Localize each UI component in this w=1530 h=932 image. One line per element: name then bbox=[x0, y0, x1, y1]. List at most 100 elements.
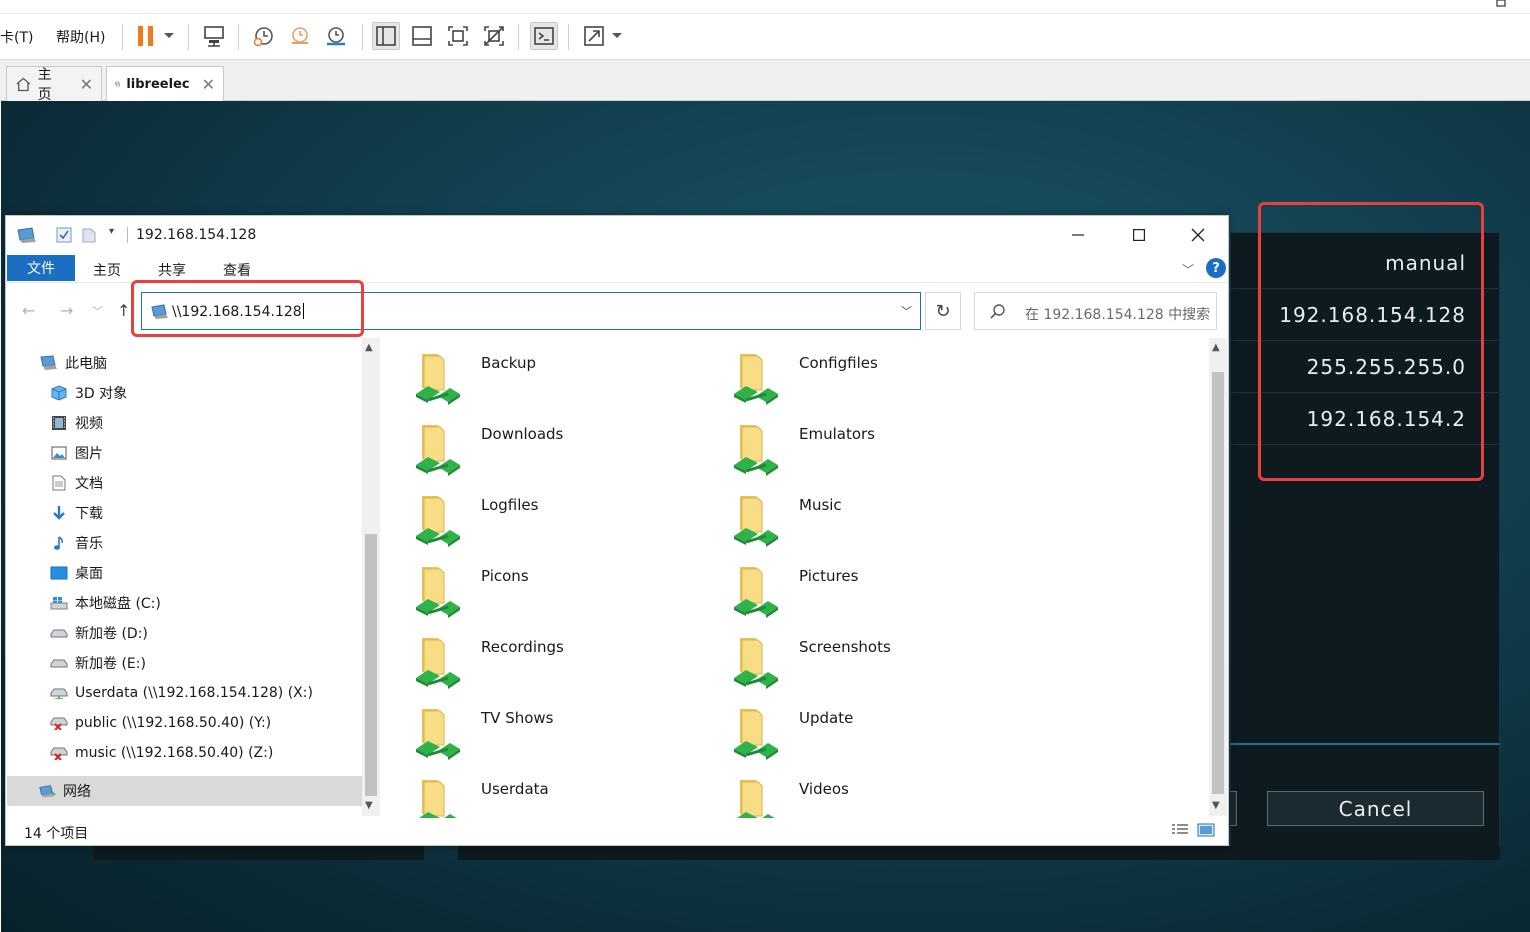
minimize-icon bbox=[1072, 234, 1084, 236]
show-library-button[interactable] bbox=[372, 22, 400, 50]
minimize-button[interactable] bbox=[1056, 222, 1100, 248]
disconnected-drive-icon bbox=[50, 744, 68, 762]
shared-folder-item[interactable]: Downloads bbox=[386, 425, 686, 491]
console-view-button[interactable] bbox=[530, 22, 558, 50]
stretch-view-button[interactable] bbox=[580, 22, 608, 50]
tree-item-userdata-x[interactable]: Userdata (\\192.168.154.128) (X:) bbox=[50, 678, 313, 708]
tree-label: Userdata (\\192.168.154.128) (X:) bbox=[75, 685, 313, 701]
show-thumbnail-bar-button[interactable] bbox=[408, 22, 436, 50]
scrollbar-thumb[interactable] bbox=[1212, 372, 1224, 794]
menu-help[interactable]: 帮助(H) bbox=[56, 27, 105, 47]
shared-folder-item[interactable]: Update bbox=[704, 709, 1004, 775]
kodi-ok-button[interactable] bbox=[1230, 791, 1237, 826]
close-icon[interactable]: ✕ bbox=[202, 75, 215, 94]
navigation-pane-scrollbar[interactable]: ▲ ▼ bbox=[362, 338, 380, 816]
help-icon[interactable]: ? bbox=[1206, 258, 1226, 278]
tree-item-desktop[interactable]: 桌面 bbox=[50, 558, 103, 588]
pause-dropdown[interactable] bbox=[158, 22, 180, 50]
tree-item-public-y[interactable]: public (\\192.168.50.40) (Y:) bbox=[50, 708, 271, 738]
kodi-footer-segment bbox=[458, 846, 1500, 860]
maximize-button[interactable] bbox=[1117, 222, 1161, 248]
properties-icon[interactable] bbox=[56, 227, 72, 243]
shared-folder-item[interactable]: Userdata bbox=[386, 780, 686, 818]
tree-item-music[interactable]: 音乐 bbox=[50, 528, 103, 558]
shared-folder-item[interactable]: Backup bbox=[386, 354, 686, 420]
ribbon-tab-file[interactable]: 文件 bbox=[7, 255, 75, 281]
shared-folder-item[interactable]: Logfiles bbox=[386, 496, 686, 562]
tree-item-music-z[interactable]: music (\\192.168.50.40) (Z:) bbox=[50, 738, 273, 768]
new-folder-icon[interactable] bbox=[82, 227, 96, 243]
close-button[interactable] bbox=[1176, 222, 1220, 248]
kodi-footer-segment bbox=[94, 846, 424, 860]
details-view-icon[interactable] bbox=[1171, 823, 1189, 837]
unity-button[interactable] bbox=[480, 22, 508, 50]
send-ctrl-alt-del-button[interactable] bbox=[200, 22, 228, 50]
tree-item-volume-e[interactable]: 新加卷 (E:) bbox=[50, 648, 146, 678]
close-icon[interactable]: ✕ bbox=[80, 75, 93, 94]
tree-item-network[interactable]: 网络 bbox=[38, 776, 91, 806]
stretch-dropdown[interactable] bbox=[606, 22, 628, 50]
shared-folder-item[interactable]: Picons bbox=[386, 567, 686, 633]
snapshot-button[interactable] bbox=[250, 22, 278, 50]
shared-folder-item[interactable]: Screenshots bbox=[704, 638, 1004, 704]
back-arrow-icon[interactable]: ← bbox=[22, 301, 35, 320]
address-dropdown-icon[interactable]: ﹀ bbox=[901, 303, 912, 319]
network-drive-icon bbox=[50, 684, 68, 702]
kodi-cancel-button[interactable]: Cancel bbox=[1267, 791, 1484, 826]
shared-folder-icon bbox=[734, 425, 778, 476]
snapshot-manager-button[interactable] bbox=[322, 22, 350, 50]
tree-item-pictures[interactable]: 图片 bbox=[50, 438, 103, 468]
shared-folder-item[interactable]: Pictures bbox=[704, 567, 1004, 633]
stretch-icon bbox=[584, 26, 604, 46]
scrollbar-thumb[interactable] bbox=[365, 534, 377, 796]
windows-drive-icon bbox=[50, 594, 68, 612]
revert-snapshot-button[interactable] bbox=[286, 22, 314, 50]
ribbon-tab-share[interactable]: 共享 bbox=[158, 260, 186, 280]
tab-libreelec[interactable]: libreelec ✕ bbox=[106, 66, 224, 101]
scroll-down-icon[interactable]: ▼ bbox=[1212, 800, 1220, 811]
scroll-up-icon[interactable]: ▲ bbox=[1212, 342, 1220, 353]
recent-locations-icon[interactable]: ﹀ bbox=[92, 303, 103, 319]
scroll-up-icon[interactable]: ▲ bbox=[365, 342, 373, 353]
expand-ribbon-icon[interactable]: ﹀ bbox=[1182, 261, 1194, 278]
content-scrollbar[interactable]: ▲ ▼ bbox=[1209, 338, 1227, 816]
window-restore-icon[interactable] bbox=[1494, 0, 1508, 8]
tab-home[interactable]: 主页 ✕ bbox=[6, 66, 102, 103]
shared-folder-item[interactable]: Emulators bbox=[704, 425, 1004, 491]
tree-item-downloads[interactable]: 下载 bbox=[50, 498, 103, 528]
toolbar-separator bbox=[568, 24, 569, 50]
shared-folder-item[interactable]: Videos bbox=[704, 780, 1004, 818]
folder-content-area: Backup Configfiles Downloads Emulators Logfi… bbox=[382, 338, 1210, 818]
tree-label: 桌面 bbox=[75, 566, 103, 582]
tab-label: libreelec bbox=[126, 76, 190, 92]
tree-item-local-disk-c[interactable]: 本地磁盘 (C:) bbox=[50, 588, 161, 618]
full-screen-button[interactable] bbox=[444, 22, 472, 50]
shared-folder-item[interactable]: TV Shows bbox=[386, 709, 686, 775]
menu-tab[interactable]: 卡(T) bbox=[0, 27, 33, 47]
shared-folder-item[interactable]: Music bbox=[704, 496, 1004, 562]
folder-name: Recordings bbox=[481, 638, 564, 656]
search-input[interactable]: 在 192.168.154.128 中搜索 bbox=[974, 292, 1217, 330]
large-icons-view-icon[interactable] bbox=[1197, 823, 1215, 837]
forward-arrow-icon[interactable]: → bbox=[60, 301, 73, 320]
tab-label: 主页 bbox=[37, 67, 52, 103]
tree-item-documents[interactable]: 文档 bbox=[50, 468, 103, 498]
scroll-down-icon[interactable]: ▼ bbox=[365, 800, 373, 811]
ribbon-tab-home[interactable]: 主页 bbox=[93, 260, 121, 280]
tree-item-videos[interactable]: 视频 bbox=[50, 408, 103, 438]
shared-folder-item[interactable]: Configfiles bbox=[704, 354, 1004, 420]
library-panel-icon bbox=[376, 26, 396, 46]
shared-folder-item[interactable]: Recordings bbox=[386, 638, 686, 704]
home-icon bbox=[16, 77, 31, 92]
toolbar-separator bbox=[122, 24, 123, 50]
ribbon-tab-view[interactable]: 查看 bbox=[223, 260, 251, 280]
tree-item-this-pc[interactable]: 此电脑 bbox=[40, 348, 107, 378]
up-arrow-icon[interactable]: ↑ bbox=[117, 301, 130, 320]
quick-access-dropdown-icon[interactable]: ▾ bbox=[109, 226, 114, 237]
tree-item-3d-objects[interactable]: 3D 对象 bbox=[50, 378, 127, 408]
refresh-button[interactable]: ↻ bbox=[925, 292, 961, 330]
tree-item-volume-d[interactable]: 新加卷 (D:) bbox=[50, 618, 148, 648]
pause-button[interactable] bbox=[132, 22, 160, 50]
explorer-title-bar[interactable]: ▾ 192.168.154.128 bbox=[6, 216, 1228, 254]
address-annotation-box bbox=[131, 280, 364, 337]
